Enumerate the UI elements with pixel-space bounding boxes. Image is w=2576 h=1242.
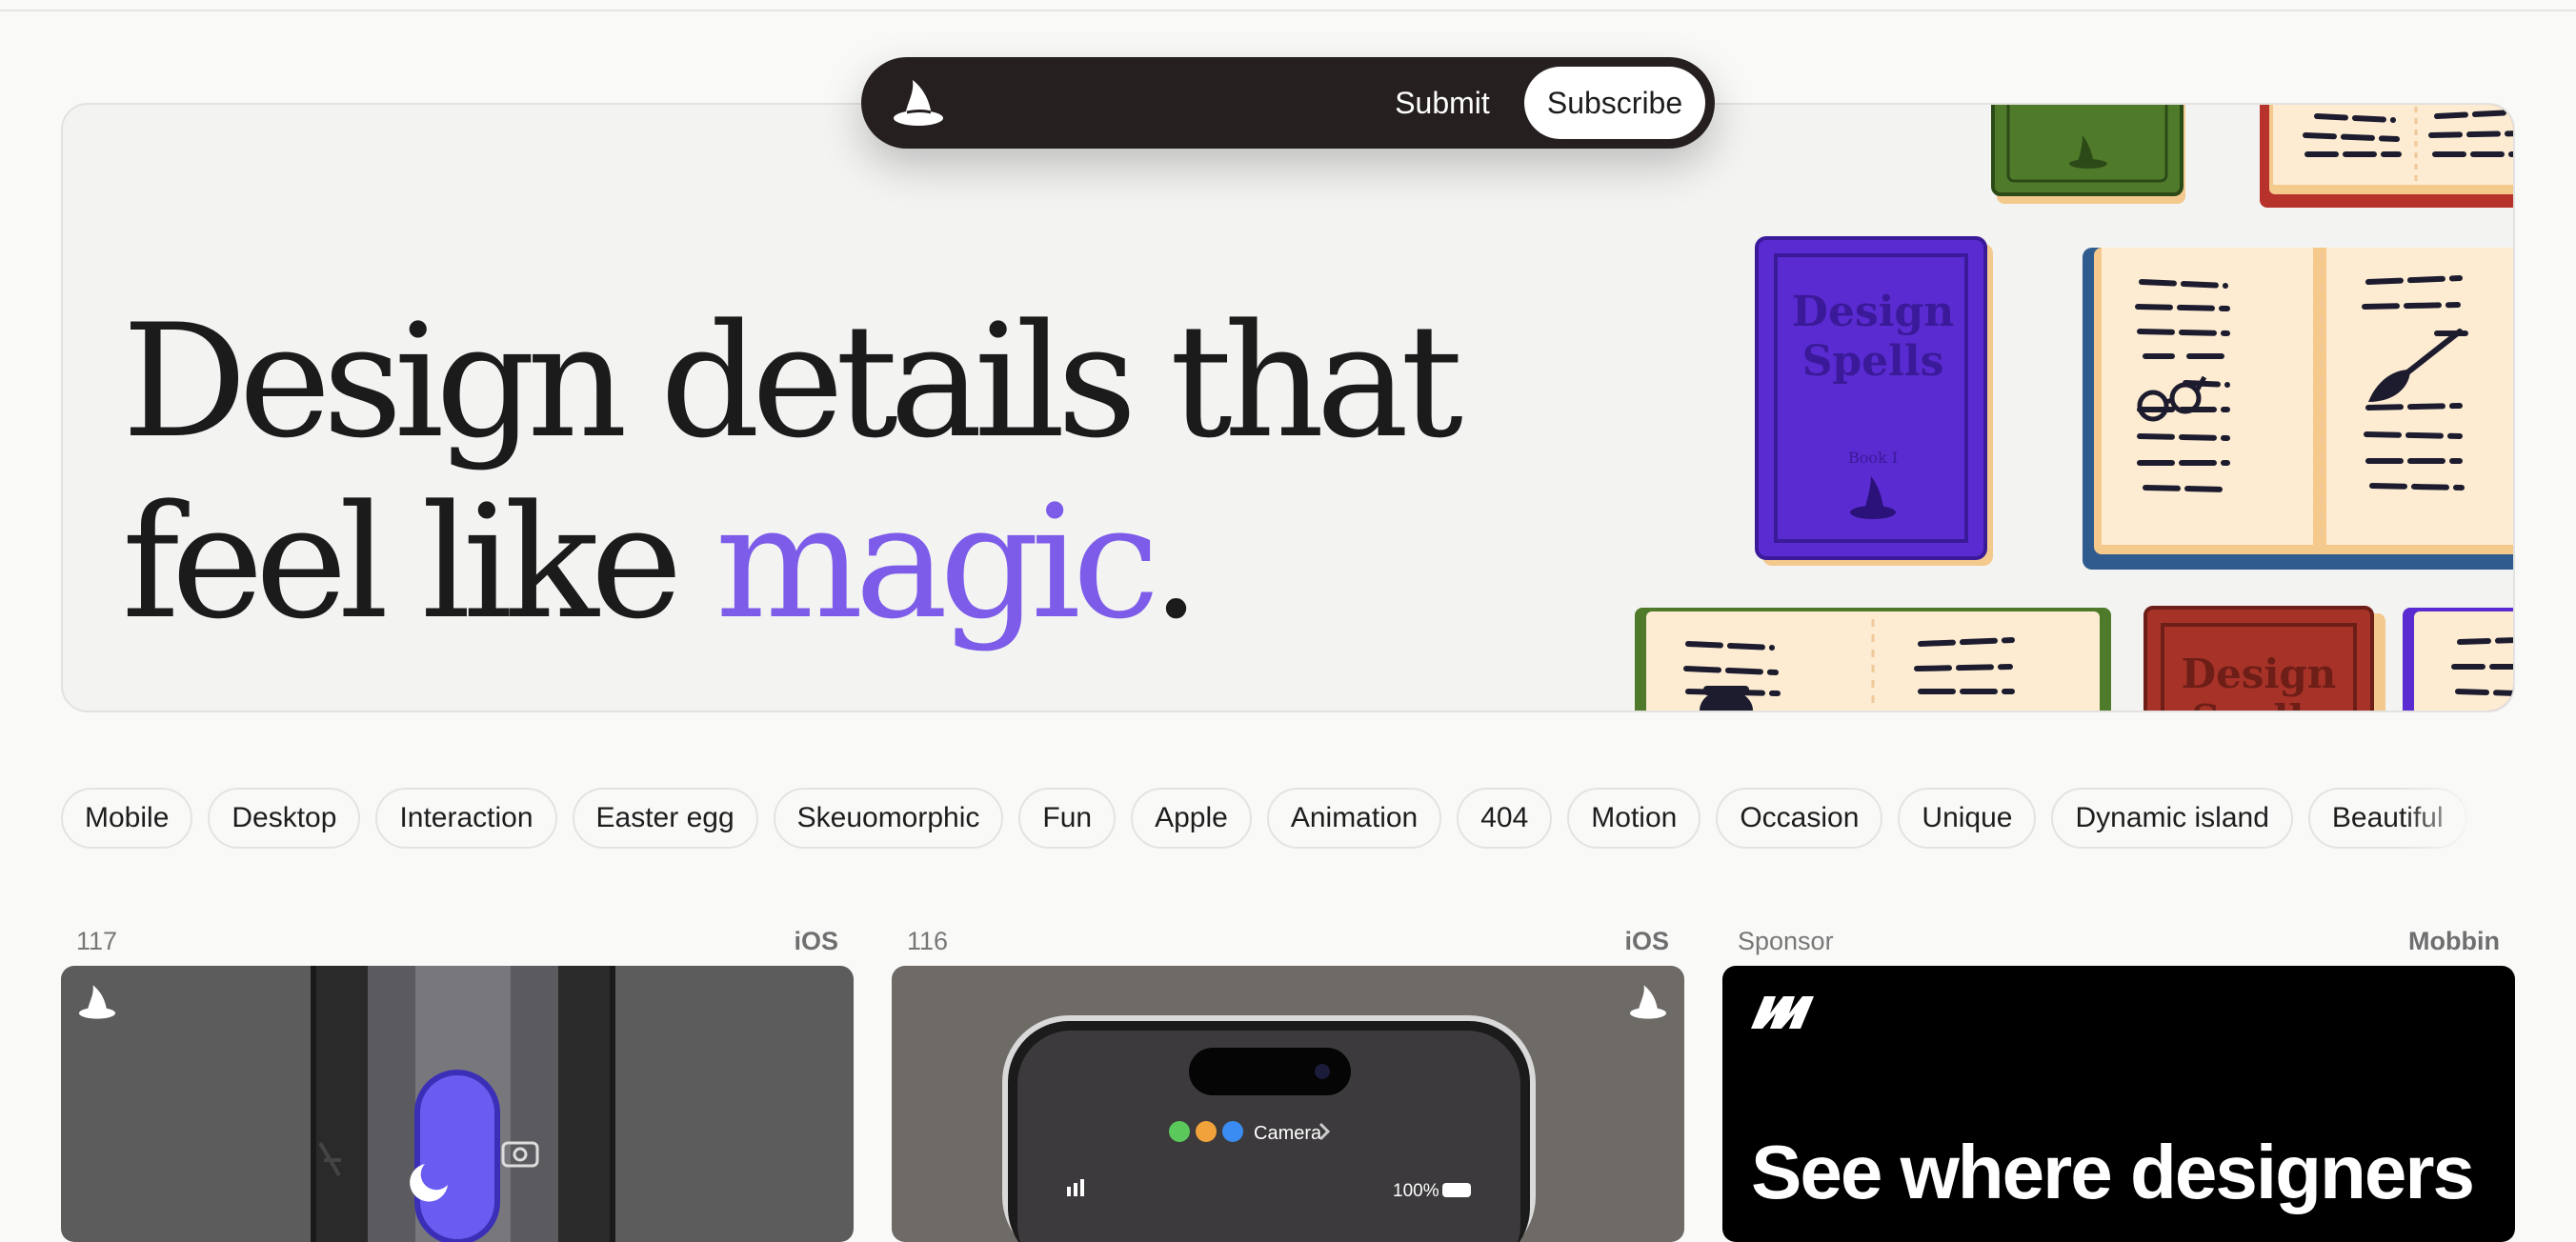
- card-117[interactable]: [61, 966, 854, 1242]
- sponsor-label: Sponsor: [1738, 926, 1834, 955]
- wizard-hat-icon[interactable]: [890, 74, 947, 131]
- tag-unique[interactable]: Unique: [1898, 788, 2037, 849]
- open-book-bottom-right: [2403, 608, 2513, 711]
- subscribe-button[interactable]: Subscribe: [1524, 67, 1705, 139]
- red-book-title: Design: [2182, 651, 2337, 697]
- wizard-hat-icon: [78, 985, 116, 1019]
- tag-easter-egg[interactable]: Easter egg: [572, 788, 758, 849]
- book-subtitle: Book I: [1848, 449, 1898, 467]
- open-book-top: [2260, 105, 2513, 208]
- tags-fade-overlay: [2401, 781, 2506, 857]
- iphone-action-button-preview: [311, 966, 615, 1242]
- spellbooks-illustration: Design Spells Book I Design: [1635, 105, 2513, 712]
- book-title-line2: Spells: [1802, 337, 1944, 386]
- tag-motion[interactable]: Motion: [1567, 788, 1701, 849]
- hero-title-accent: magic: [714, 471, 1160, 653]
- tag-dynamic-island[interactable]: Dynamic island: [2051, 788, 2293, 849]
- hero-banner: Design details that feel like magic. Desi…: [61, 103, 2515, 712]
- tag-animation[interactable]: Animation: [1266, 788, 1442, 849]
- card-header-sponsor: Sponsor Mobbin: [1738, 924, 2500, 958]
- sponsor-name: Mobbin: [2408, 926, 2500, 955]
- open-book-bottom-left: [1635, 608, 2111, 711]
- submit-button[interactable]: Submit: [1376, 70, 1509, 135]
- tag-filter-bar: Mobile Desktop Interaction Easter egg Sk…: [61, 788, 2481, 849]
- tag-mobile[interactable]: Mobile: [61, 788, 193, 849]
- battery-percent: 100%: [1393, 1181, 1439, 1201]
- card-header-116: 116 iOS: [907, 924, 1669, 958]
- tag-desktop[interactable]: Desktop: [208, 788, 361, 849]
- card-116[interactable]: Camera 100%: [892, 966, 1684, 1242]
- design-spells-book: Design Spells Book I: [1755, 236, 1993, 566]
- card-number: 117: [76, 926, 118, 955]
- sponsor-headline: See where designers: [1751, 1130, 2475, 1214]
- card-header-117: 117 iOS: [76, 924, 838, 958]
- book-title-line1: Design: [1792, 288, 1954, 336]
- card-number: 116: [907, 926, 949, 955]
- red-book-title-line2: Spells: [2191, 696, 2326, 712]
- tag-404[interactable]: 404: [1457, 788, 1553, 849]
- card-platform: iOS: [1624, 926, 1669, 955]
- wizard-hat-icon: [1629, 985, 1667, 1019]
- open-book-main: [2083, 248, 2513, 570]
- hero-title-line2: feel like: [122, 471, 715, 653]
- red-book-bottom: Design Spells: [2143, 606, 2385, 712]
- card-platform: iOS: [794, 926, 838, 955]
- hero-title-period: .: [1151, 471, 1200, 653]
- iphone-dynamic-island-preview: Camera 100%: [1002, 1015, 1536, 1242]
- mobbin-logo-icon: [1751, 996, 1814, 1029]
- tag-fun[interactable]: Fun: [1018, 788, 1117, 849]
- top-border: [0, 0, 2576, 11]
- top-nav: Submit Subscribe: [861, 57, 1715, 149]
- camera-label: Camera: [1254, 1123, 1322, 1144]
- sponsor-card[interactable]: See where designers: [1722, 966, 2515, 1242]
- tag-apple[interactable]: Apple: [1131, 788, 1252, 849]
- tag-occasion[interactable]: Occasion: [1716, 788, 1883, 849]
- tag-skeuomorphic[interactable]: Skeuomorphic: [773, 788, 1004, 849]
- hero-title: Design details that feel like magic.: [122, 290, 1463, 653]
- hero-title-line1: Design details that: [122, 290, 1463, 472]
- tag-interaction[interactable]: Interaction: [375, 788, 557, 849]
- green-book-top: [1991, 105, 2185, 204]
